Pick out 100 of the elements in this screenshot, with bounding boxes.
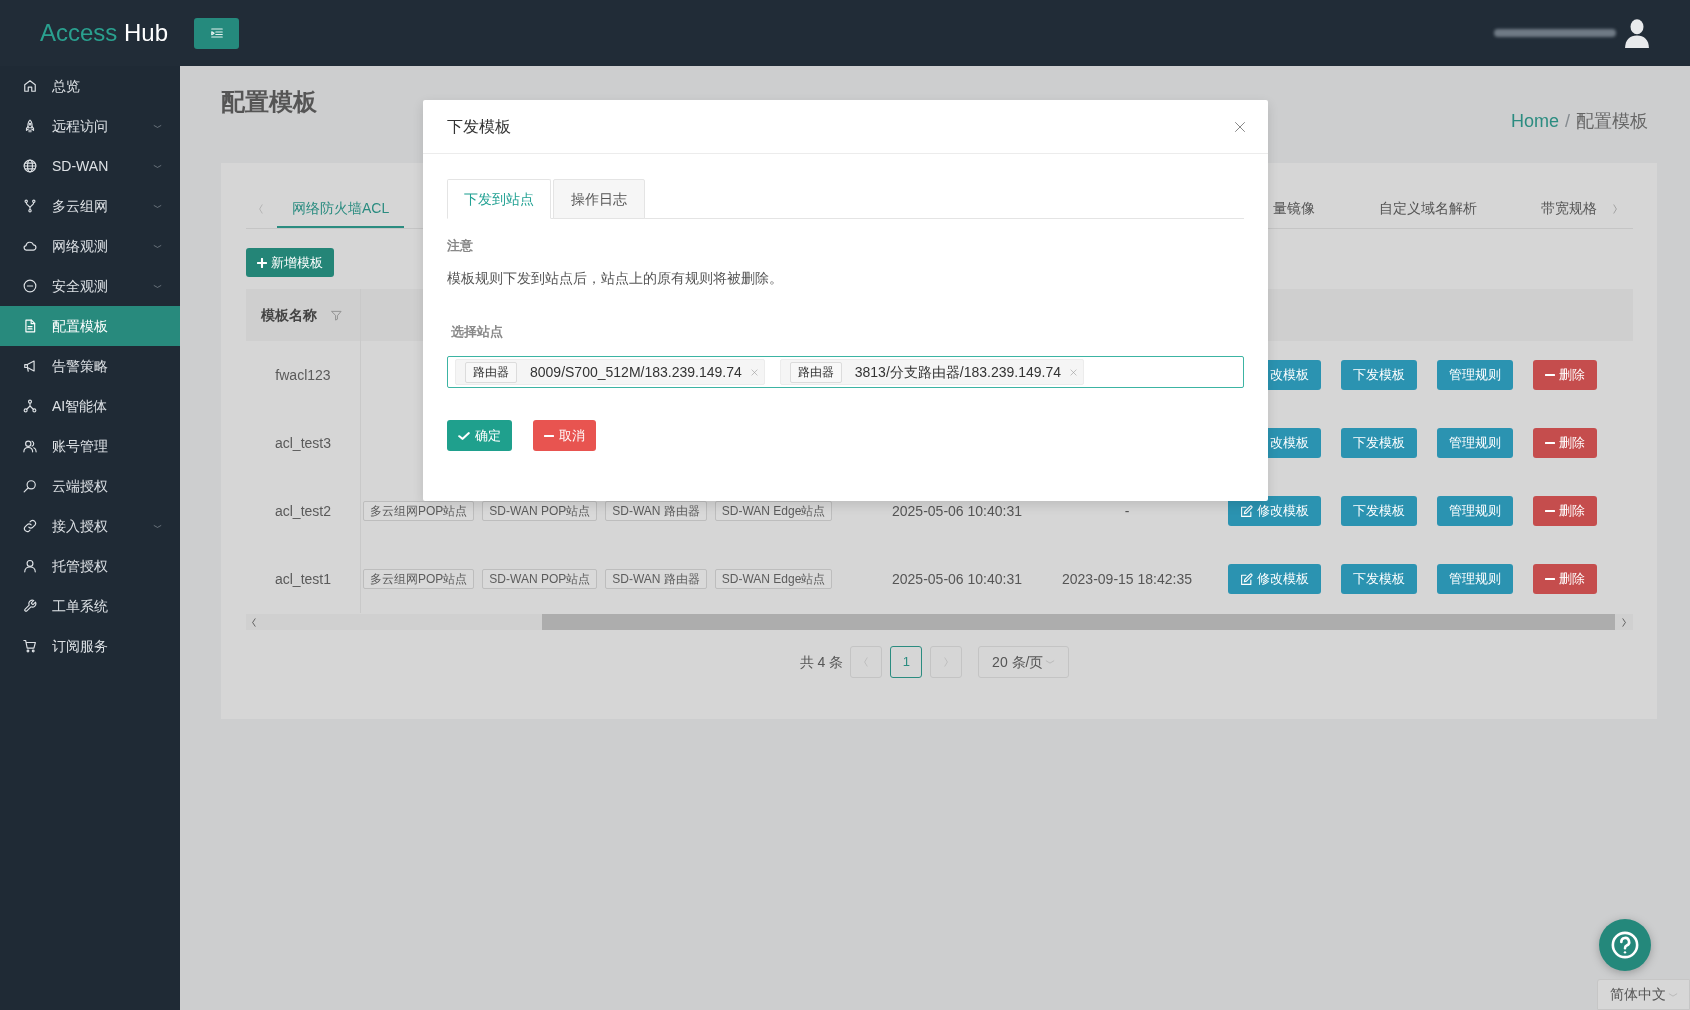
edit-icon (1240, 504, 1253, 518)
sidebar-item[interactable]: 账号管理 (0, 426, 180, 466)
add-template-button[interactable]: 新增模板 (246, 248, 334, 277)
tag: SD-WAN POP站点 (482, 569, 598, 589)
action-button[interactable]: 下发模板 (1341, 496, 1417, 526)
tag: 多云组网POP站点 (363, 569, 475, 589)
tag: SD-WAN POP站点 (482, 501, 598, 521)
check-icon (458, 430, 470, 441)
action-button[interactable]: 改模板 (1268, 360, 1321, 390)
page-button[interactable]: 1 (890, 646, 923, 678)
sidebar-item[interactable]: 云端授权 (0, 466, 180, 506)
search-icon (23, 479, 37, 493)
scrollbar-thumb[interactable] (542, 614, 1615, 630)
confirm-button[interactable]: 确定 (447, 420, 512, 451)
chevron-left-icon[interactable] (258, 204, 264, 214)
site-value: 3813/分支路由器/183.239.149.74 (854, 362, 1061, 382)
fork-icon (23, 199, 37, 213)
table-cell-text: fwacl123 (275, 365, 331, 385)
link-icon (23, 519, 37, 533)
horizontal-scrollbar[interactable] (246, 614, 1633, 630)
breadcrumb-separator: / (1565, 110, 1570, 133)
action-button[interactable]: 下发模板 (1341, 564, 1417, 594)
table-cell-text: acl_test1 (274, 569, 331, 589)
delete-button[interactable]: 删除 (1533, 564, 1597, 594)
edit-icon (1240, 572, 1253, 586)
user-icon (23, 559, 37, 573)
tab[interactable]: 网络防火墙ACL (277, 190, 405, 228)
avatar-icon[interactable] (1624, 18, 1650, 48)
page-size-select[interactable]: 20 条/页 (978, 646, 1070, 678)
chevron-left-icon[interactable] (251, 617, 257, 627)
help-icon[interactable] (1599, 919, 1651, 971)
sidebar-item[interactable]: 多云组网 (0, 186, 180, 226)
sidebar-item[interactable]: SD-WAN (0, 146, 180, 186)
site-value: 8009/S700_512M/183.239.149.74 (530, 362, 742, 382)
plus-icon (257, 257, 267, 268)
notice-text: 模板规则下发到站点后，站点上的原有规则将被删除。 (447, 270, 783, 288)
tab[interactable]: 操作日志 (553, 179, 645, 219)
action-button[interactable]: 下发模板 (1341, 428, 1417, 458)
sidebar-item[interactable]: 配置模板 (0, 306, 180, 346)
sidebar-item[interactable]: 远程访问 (0, 106, 180, 146)
tab[interactable]: 下发到站点 (447, 179, 551, 219)
wrench-icon (23, 599, 37, 613)
sidebar-item[interactable]: 订阅服务 (0, 626, 180, 666)
sidebar-item[interactable]: 接入授权 (0, 506, 180, 546)
delete-button[interactable]: 删除 (1533, 496, 1597, 526)
action-button[interactable]: 修改模板 (1228, 564, 1321, 594)
rocket-icon (23, 119, 37, 133)
table-cell-text: acl_test3 (274, 433, 331, 453)
sidebar-item[interactable]: 工单系统 (0, 586, 180, 626)
tag: SD-WAN 路由器 (605, 501, 707, 521)
chevron-down-icon (1045, 659, 1056, 665)
chevron-right-icon[interactable] (1621, 617, 1627, 627)
document-icon (23, 319, 37, 333)
total-count: 共 4 条 (799, 652, 844, 672)
close-icon[interactable] (1234, 120, 1246, 133)
sidebar-item[interactable]: 告警策略 (0, 346, 180, 386)
remove-icon[interactable] (1070, 368, 1077, 376)
table-cell-text: - (1124, 501, 1130, 521)
sidebar-toggle-button[interactable] (194, 17, 240, 49)
table-cell-text: 2023-09-15 18:42:35 (1062, 569, 1192, 589)
site-select-field[interactable]: 路由器 8009/S700_512M/183.239.149.74 路由器 3813/分支路由器/183.239.149.74 (447, 356, 1244, 388)
globe-icon (23, 159, 37, 173)
tab[interactable]: 量镜像 (1273, 190, 1315, 228)
sidebar-item[interactable]: 网络观测 (0, 226, 180, 266)
action-button[interactable]: 下发模板 (1341, 360, 1417, 390)
column-header: 模板名称 (261, 305, 317, 325)
nodes-icon (23, 399, 37, 413)
users-icon (23, 439, 37, 453)
site-type-label: 路由器 (465, 361, 517, 383)
page-title: 配置模板 (221, 88, 317, 116)
sidebar-item[interactable]: 托管授权 (0, 546, 180, 586)
menu-icon (209, 27, 224, 39)
action-button[interactable]: 管理规则 (1437, 496, 1513, 526)
action-button[interactable]: 修改模板 (1228, 496, 1321, 526)
cancel-button[interactable]: 取消 (533, 420, 596, 451)
action-button[interactable]: 改模板 (1268, 428, 1321, 458)
site-type-label: 路由器 (789, 361, 842, 383)
home-icon (23, 79, 37, 93)
tab[interactable]: 带宽规格 (1541, 190, 1597, 228)
logo-text: Access Hub (40, 18, 169, 48)
dialog-title: 下发模板 (447, 116, 511, 137)
delete-button[interactable]: 删除 (1533, 360, 1597, 390)
sidebar-item[interactable]: AI智能体 (0, 386, 180, 426)
action-button[interactable]: 管理规则 (1437, 428, 1513, 458)
cart-icon (23, 639, 37, 653)
action-button[interactable]: 管理规则 (1437, 564, 1513, 594)
table-cell-text: 2025-05-06 10:40:31 (892, 501, 1022, 521)
remove-icon[interactable] (750, 368, 758, 376)
filter-icon[interactable] (331, 309, 342, 321)
breadcrumb-current: 配置模板 (1576, 110, 1648, 133)
field-label: 选择站点 (451, 323, 503, 341)
delete-button[interactable]: 删除 (1533, 428, 1597, 458)
action-button[interactable]: 管理规则 (1437, 360, 1513, 390)
tab[interactable]: 自定义域名解析 (1379, 190, 1477, 228)
breadcrumb-link[interactable]: Home (1510, 109, 1559, 133)
chevron-right-icon[interactable] (1612, 204, 1618, 214)
tag: SD-WAN Edge站点 (714, 569, 833, 589)
sidebar-item[interactable]: 安全观测 (0, 266, 180, 306)
sidebar-item[interactable]: 总览 (0, 66, 180, 106)
language-select[interactable]: 简体中文 (1597, 979, 1690, 1010)
